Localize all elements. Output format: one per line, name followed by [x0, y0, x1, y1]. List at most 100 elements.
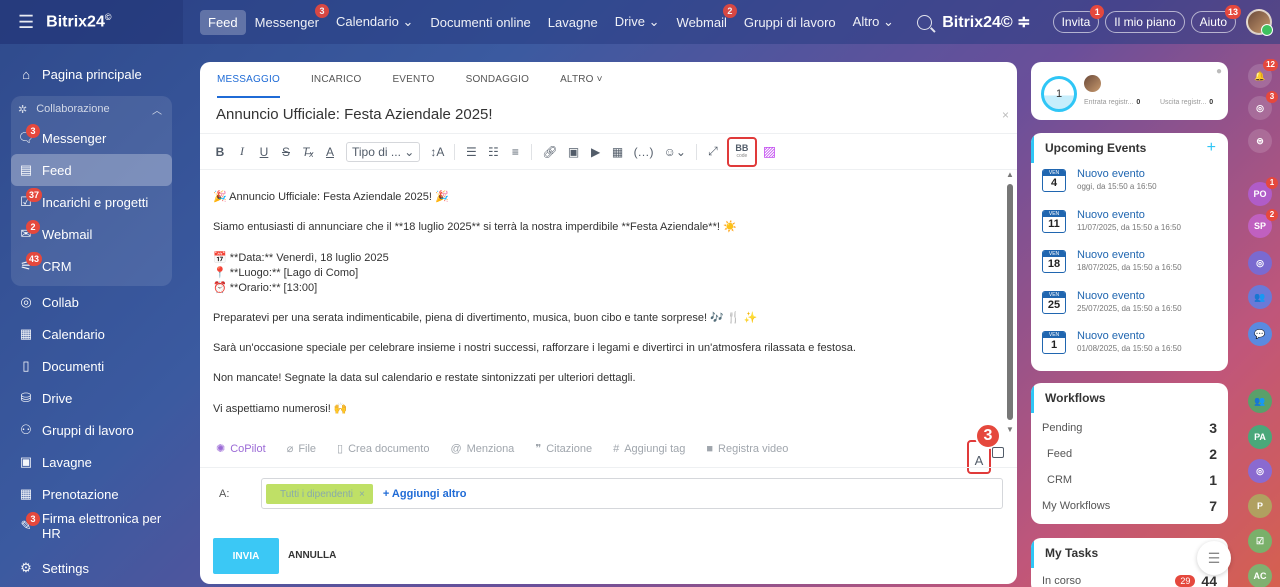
rail-avatar-po[interactable]: PO 1: [1248, 177, 1278, 206]
workflow-row-feed[interactable]: Feed 2: [1031, 441, 1228, 467]
sidebar-item-firma[interactable]: ✎ 3 Firma elettronica per HR: [0, 510, 183, 542]
timeman-counter[interactable]: 1: [1041, 76, 1077, 112]
sidebar-item-home[interactable]: ⌂ Pagina principale: [0, 58, 183, 90]
rail-avatar-ac[interactable]: AC: [1248, 564, 1272, 587]
font-size-icon[interactable]: ↕A: [430, 145, 444, 159]
nav-documenti-online[interactable]: Documenti online: [422, 10, 538, 35]
rail-avatar-p[interactable]: P: [1248, 494, 1272, 518]
video-icon[interactable]: ▶: [590, 145, 602, 159]
align-icon[interactable]: ≡: [509, 145, 521, 159]
scrollbar-thumb[interactable]: [1007, 184, 1013, 420]
sidebar-item-tasks[interactable]: ☑ 37 Incarichi e progetti: [11, 186, 172, 218]
text-color-button[interactable]: A: [324, 145, 336, 159]
copilot-button[interactable]: ✺ CoPilot: [216, 442, 266, 456]
settings-dot-icon[interactable]: ●: [1216, 66, 1222, 77]
sidebar-item-collab[interactable]: ◎ Collab: [0, 286, 183, 318]
recipient-chip[interactable]: Tutti i dipendenti ×: [266, 483, 373, 504]
close-icon[interactable]: ×: [1002, 108, 1009, 122]
sidebar-item-settings[interactable]: ⚙ Settings: [0, 552, 183, 584]
create-document-button[interactable]: ▯ Crea documento: [337, 442, 429, 456]
remove-icon[interactable]: ×: [359, 489, 365, 500]
sidebar-item-lavagne[interactable]: ▣ Lavagne: [0, 446, 183, 478]
tab-messaggio[interactable]: MESSAGGIO: [217, 74, 280, 98]
emoji-icon[interactable]: ☺⌄: [664, 145, 686, 159]
rail-task-icon[interactable]: ☑: [1248, 529, 1272, 553]
scroll-down-icon[interactable]: ▼: [1006, 425, 1014, 434]
quote-button[interactable]: ❞ Citazione: [535, 442, 592, 456]
tab-incarico[interactable]: INCARICO: [311, 74, 362, 98]
nav-lavagne[interactable]: Lavagne: [540, 10, 606, 35]
panel-icon[interactable]: [992, 447, 1004, 458]
post-body[interactable]: 🎉 Annuncio Ufficiale: Festa Aziendale 20…: [213, 190, 993, 432]
sidebar-item-documenti[interactable]: ▯ Documenti: [0, 350, 183, 382]
nav-gruppi[interactable]: Gruppi di lavoro: [736, 10, 844, 35]
italic-button[interactable]: I: [236, 144, 248, 159]
rail-item[interactable]: ◎: [1248, 251, 1272, 275]
editor-scrollbar[interactable]: ▲ ▼: [1006, 170, 1014, 434]
notifications-icon[interactable]: 🔔 12: [1248, 59, 1278, 88]
workflow-row-crm[interactable]: CRM 1: [1031, 467, 1228, 493]
event-item[interactable]: VEN 25 Nuovo evento 25/07/2025, da 15:50 a …: [1031, 288, 1228, 329]
search-icon[interactable]: [917, 14, 933, 30]
add-event-icon[interactable]: +: [1207, 139, 1216, 157]
sidebar-item-webmail[interactable]: ✉ 2 Webmail: [11, 218, 172, 250]
nav-webmail[interactable]: Webmail 2: [669, 3, 737, 35]
chevron-up-icon[interactable]: ︿: [152, 102, 162, 117]
rail-group-icon[interactable]: 👥: [1248, 285, 1272, 309]
help-button[interactable]: Aiuto 13: [1190, 5, 1241, 33]
menu-icon[interactable]: ☰: [18, 12, 34, 33]
send-button[interactable]: INVIA: [213, 538, 279, 574]
nav-altro[interactable]: Altro ⌄: [845, 9, 902, 35]
code-icon[interactable]: (…): [634, 145, 654, 159]
rail-item[interactable]: ◎: [1248, 459, 1272, 483]
logo[interactable]: Bitrix24©: [46, 12, 111, 31]
sidebar-item-calendario[interactable]: ▦ Calendario: [0, 318, 183, 350]
rail-group-icon[interactable]: 👥: [1248, 389, 1272, 413]
file-button[interactable]: ⌀ File: [287, 442, 316, 456]
tag-button[interactable]: # Aggiungi tag: [613, 443, 685, 455]
bold-button[interactable]: B: [214, 145, 226, 159]
sidebar-item-prenotazione[interactable]: ▦ Prenotazione: [0, 478, 183, 510]
record-video-button[interactable]: ■ Registra video: [706, 443, 788, 455]
event-item[interactable]: VEN 4 Nuovo evento oggi, da 15:50 a 16:50: [1031, 166, 1228, 207]
cancel-button[interactable]: ANNULLA: [288, 550, 336, 561]
rail-chat-icon[interactable]: 💬: [1248, 322, 1272, 346]
event-item[interactable]: VEN 1 Nuovo evento 01/08/2025, da 15:50 a 1…: [1031, 328, 1228, 369]
font-select[interactable]: Tipo di ... ⌄: [346, 141, 421, 162]
workflow-row-mine[interactable]: My Workflows 7: [1031, 493, 1228, 519]
tab-altro[interactable]: ALTRO ˅: [560, 74, 603, 98]
mention-button[interactable]: @ Menziona: [450, 443, 514, 455]
event-item[interactable]: VEN 18 Nuovo evento 18/07/2025, da 15:50 a …: [1031, 247, 1228, 288]
nav-messenger[interactable]: Messenger 3: [247, 3, 329, 35]
bullet-list-icon[interactable]: ☷: [487, 145, 499, 159]
sidebar-item-messenger[interactable]: 🗨 3 Messenger: [11, 122, 172, 154]
bbcode-button[interactable]: BB code: [726, 136, 757, 167]
user-avatar[interactable]: [1246, 9, 1273, 36]
sidebar-item-drive[interactable]: ⛁ Drive: [0, 382, 183, 414]
underline-button[interactable]: U: [258, 145, 270, 159]
nav-feed[interactable]: Feed: [200, 9, 246, 35]
menu-fab-icon[interactable]: ☰: [1197, 541, 1231, 575]
numbered-list-icon[interactable]: ☰: [465, 145, 477, 159]
brand-right[interactable]: Bitrix24© ≑: [942, 12, 1030, 32]
chat-rail-icon[interactable]: ⊜: [1248, 129, 1272, 153]
nav-drive[interactable]: Drive ⌄: [607, 9, 668, 35]
rail-avatar-pa[interactable]: PA: [1248, 425, 1272, 449]
link-icon[interactable]: 🔗︎: [542, 145, 557, 159]
invite-button[interactable]: Invita 1: [1052, 5, 1105, 33]
clear-format-icon[interactable]: T̶ₓ: [302, 145, 314, 159]
plan-button[interactable]: Il mio piano: [1105, 11, 1185, 33]
sidebar-item-crm[interactable]: ⚟ 43 CRM: [11, 250, 172, 282]
sidebar-item-gruppi[interactable]: ⚇ Gruppi di lavoro: [0, 414, 183, 446]
event-item[interactable]: VEN 11 Nuovo evento 11/07/2025, da 15:50 a …: [1031, 207, 1228, 248]
tasks-row-in-progress[interactable]: In corso 29 44: [1031, 568, 1228, 587]
post-title-field[interactable]: Annuncio Ufficiale: Festa Aziendale 2025…: [200, 98, 1017, 134]
strike-button[interactable]: S: [280, 145, 292, 159]
tab-sondaggio[interactable]: SONDAGGIO: [466, 74, 529, 98]
copilot-rail-icon[interactable]: ◎ 3: [1248, 91, 1278, 120]
sidebar-item-feed[interactable]: ▤ Feed: [11, 154, 172, 186]
table-icon[interactable]: ▦: [612, 145, 624, 159]
rail-avatar-sp[interactable]: SP 2: [1248, 209, 1278, 238]
ai-image-icon[interactable]: ▨: [763, 143, 776, 160]
workflow-row-pending[interactable]: Pending 3: [1031, 415, 1228, 441]
